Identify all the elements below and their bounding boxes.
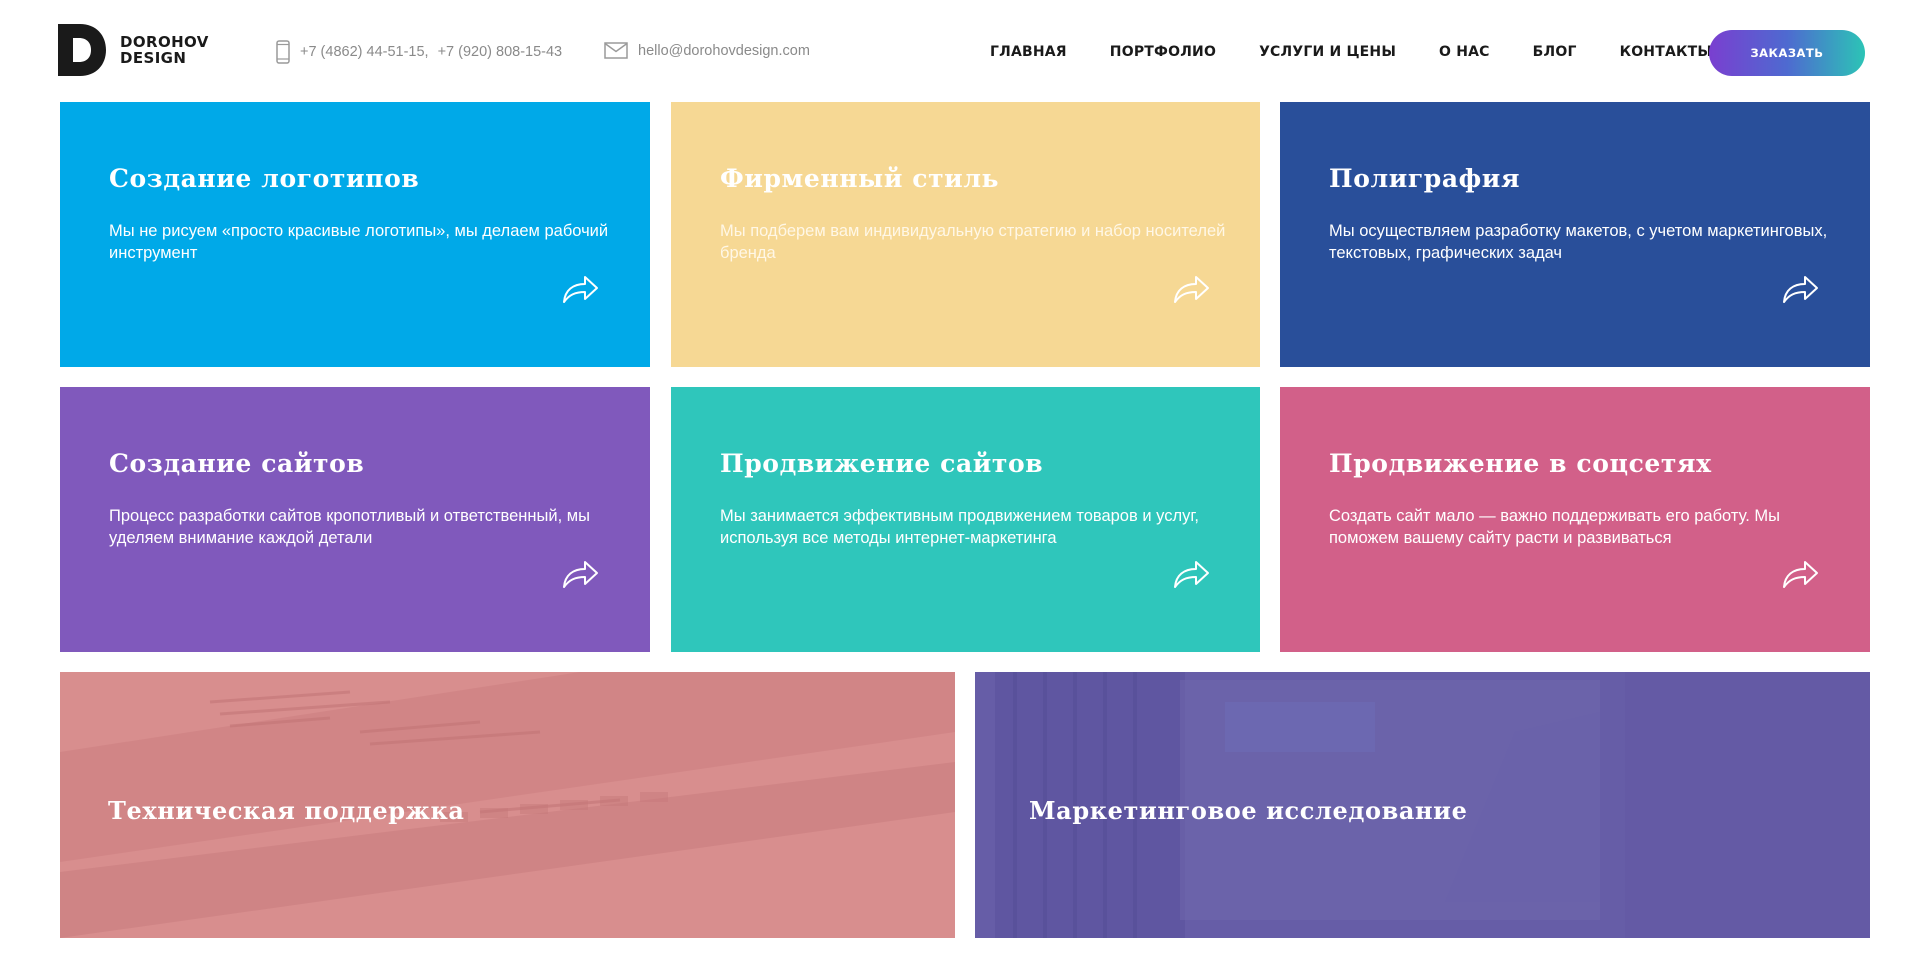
share-arrow-icon[interactable] — [1780, 557, 1820, 591]
service-card-title: Продвижение в соцсетях — [1329, 449, 1712, 478]
service-card-description: Мы занимается эффективным продвижением т… — [720, 507, 1199, 547]
service-card-seo[interactable]: Продвижение сайтов Мы занимается эффекти… — [671, 387, 1260, 652]
share-arrow-icon[interactable] — [560, 557, 600, 591]
service-card-websites[interactable]: Создание сайтов Процесс разработки сайто… — [60, 387, 650, 652]
site-header: DOROHOV DESIGN +7 (4862) 44-51-15, +7 (9… — [0, 0, 1920, 100]
service-card-social-media[interactable]: Продвижение в соцсетях Создать сайт мало… — [1280, 387, 1870, 652]
service-card-title: Техническая поддержка — [108, 796, 465, 825]
service-card-description: Создать сайт мало — важно поддерживать е… — [1329, 507, 1780, 547]
phone-contact: +7 (4862) 44-51-15, +7 (920) 808-15-43 — [276, 40, 562, 64]
share-arrow-icon[interactable] — [1780, 272, 1820, 306]
nav-item-about[interactable]: О НАС — [1439, 44, 1490, 60]
logo-line-1: DOROHOV — [120, 33, 209, 51]
service-card-title: Фирменный стиль — [720, 164, 1000, 193]
nav-item-blog[interactable]: БЛОГ — [1533, 44, 1577, 60]
mail-icon — [604, 42, 628, 59]
nav-item-home[interactable]: ГЛАВНАЯ — [990, 44, 1067, 60]
logo[interactable]: DOROHOV DESIGN — [58, 24, 209, 76]
share-arrow-icon[interactable] — [560, 272, 600, 306]
phone-number-1[interactable]: +7 (4862) 44-51-15, — [300, 44, 429, 60]
service-card-description: Процесс разработки сайтов кропотливый и … — [109, 507, 590, 547]
service-card-description: Мы подберем вам индивидуальную стратегию… — [720, 222, 1226, 262]
nav-item-portfolio[interactable]: ПОРТФОЛИО — [1110, 44, 1216, 60]
nav-item-contacts[interactable]: КОНТАКТЫ — [1620, 44, 1713, 60]
order-button[interactable]: ЗАКАЗАТЬ — [1709, 30, 1865, 76]
service-card-title: Создание логотипов — [109, 164, 420, 193]
nav-item-services[interactable]: УСЛУГИ И ЦЕНЫ — [1259, 44, 1396, 60]
share-arrow-icon[interactable] — [1171, 272, 1211, 306]
service-card-title: Создание сайтов — [109, 449, 365, 478]
phone-icon — [276, 40, 290, 64]
service-card-brand-identity[interactable]: Фирменный стиль Мы подберем вам индивиду… — [671, 102, 1260, 367]
service-card-title: Полиграфия — [1329, 164, 1521, 193]
email-contact: hello@dorohovdesign.com — [604, 42, 810, 59]
share-arrow-icon[interactable] — [1171, 557, 1211, 591]
logo-line-2: DESIGN — [120, 49, 187, 67]
service-card-description: Мы осуществляем разработку макетов, с уч… — [1329, 222, 1828, 262]
service-card-title: Маркетинговое исследование — [1029, 796, 1468, 825]
logo-text: DOROHOV DESIGN — [120, 34, 209, 66]
service-card-logos[interactable]: Создание логотипов Мы не рисуем «просто … — [60, 102, 650, 367]
service-card-title: Продвижение сайтов — [720, 449, 1044, 478]
service-card-marketing-research[interactable]: Маркетинговое исследование — [975, 672, 1870, 938]
service-card-tech-support[interactable]: Техническая поддержка — [60, 672, 955, 938]
main-nav: ГЛАВНАЯ ПОРТФОЛИО УСЛУГИ И ЦЕНЫ О НАС БЛ… — [990, 44, 1712, 60]
email-link[interactable]: hello@dorohovdesign.com — [638, 43, 810, 59]
phone-number-2[interactable]: +7 (920) 808-15-43 — [438, 44, 563, 60]
service-card-printing[interactable]: Полиграфия Мы осуществляем разработку ма… — [1280, 102, 1870, 367]
logo-mark-icon — [58, 24, 106, 76]
service-card-description: Мы не рисуем «просто красивые логотипы»,… — [109, 222, 609, 262]
